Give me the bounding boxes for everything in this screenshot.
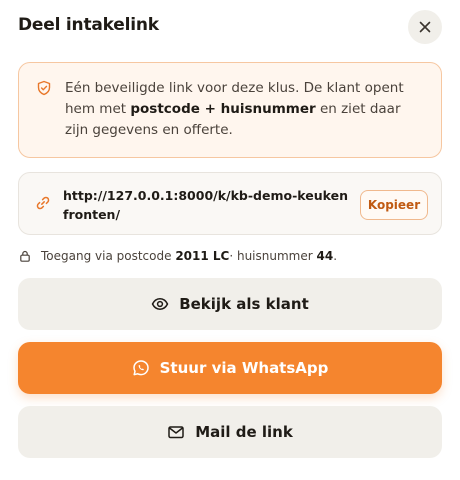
eye-icon: [151, 295, 169, 313]
access-prefix: Toegang via postcode: [41, 249, 172, 263]
whatsapp-icon: [132, 359, 150, 377]
access-info: Toegang via postcode 2011 LC · huisnumme…: [19, 247, 337, 265]
intake-link-url[interactable]: http://127.0.0.1:8000/k/kb-demo-keukenfr…: [63, 186, 353, 224]
security-info-text: Eén beveiligde link voor deze klus. De k…: [65, 78, 427, 141]
copy-link-button[interactable]: Kopieer: [360, 190, 428, 220]
dialog-header: Deel intakelink: [18, 6, 442, 44]
send-via-whatsapp-button[interactable]: Stuur via WhatsApp: [18, 342, 442, 394]
access-postcode: 2011 LC: [175, 249, 230, 263]
access-middle: · huisnummer: [229, 249, 313, 263]
dialog-title: Deel intakelink: [18, 15, 159, 35]
mail-link-label: Mail de link: [195, 423, 293, 441]
intake-link-box: http://127.0.0.1:8000/k/kb-demo-keukenfr…: [18, 172, 442, 235]
security-info-box: Eén beveiligde link voor deze klus. De k…: [18, 62, 442, 158]
share-intake-dialog: Deel intakelink Eén beveiligde link voor…: [0, 0, 460, 480]
access-suffix: .: [333, 249, 338, 263]
access-house-number: 44: [316, 249, 334, 263]
mail-icon: [167, 423, 185, 441]
send-via-whatsapp-label: Stuur via WhatsApp: [159, 359, 329, 377]
mail-link-button[interactable]: Mail de link: [18, 406, 442, 458]
link-icon: [36, 196, 50, 210]
view-as-customer-label: Bekijk als klant: [179, 295, 309, 313]
close-icon: [419, 21, 431, 33]
view-as-customer-button[interactable]: Bekijk als klant: [18, 278, 442, 330]
info-text-bold: postcode + huisnummer: [130, 101, 316, 117]
shield-check-icon: [37, 80, 51, 96]
lock-icon: [20, 250, 30, 262]
close-button[interactable]: [408, 10, 442, 44]
